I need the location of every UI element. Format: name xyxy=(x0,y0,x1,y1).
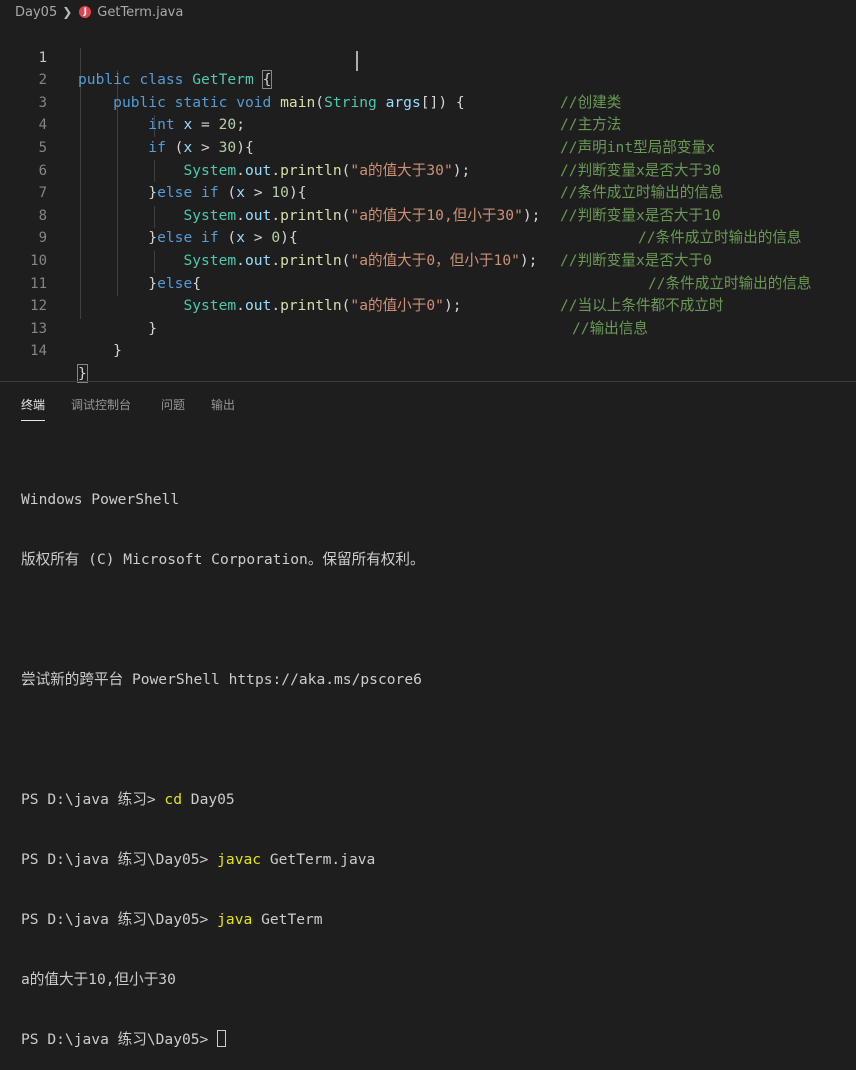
code-line[interactable]: 6 }else if (x > 10){ //判断变量x是否大于10 xyxy=(0,137,856,224)
code-line[interactable]: 2 public static void main(String args[])… xyxy=(0,47,856,133)
tab-terminal[interactable]: 终端 xyxy=(21,396,46,421)
code-text: } xyxy=(77,363,88,383)
breadcrumb-file[interactable]: GetTerm.java xyxy=(97,5,183,20)
terminal-line: 尝试新的跨平台 PowerShell https://aka.ms/pscore… xyxy=(21,671,422,688)
code-line[interactable]: 10 }else{ //当以上条件都不成立时 xyxy=(0,227,856,314)
terminal-line-empty xyxy=(21,730,425,750)
breadcrumb: Day05 ❯ J GetTerm.java xyxy=(0,0,856,24)
terminal-prompt-line[interactable]: PS D:\java 练习\Day05> xyxy=(21,1030,425,1050)
code-line[interactable]: 4 if (x > 30){ //判断变量x是否大于30 xyxy=(0,92,856,178)
terminal-cursor xyxy=(217,1030,227,1047)
code-line[interactable]: 7 System.out.println("a的值大于10,但小于30"); /… xyxy=(0,160,856,246)
terminal-line: 版权所有 (C) Microsoft Corporation。保留所有权利。 xyxy=(21,551,425,568)
code-line[interactable]: 3 int x = 20; //声明int型局部变量x xyxy=(0,69,856,156)
tab-output[interactable]: 输出 xyxy=(211,396,235,413)
line-number: 14 xyxy=(30,343,47,360)
java-file-icon: J xyxy=(79,6,92,18)
code-editor[interactable]: 1 public class GetTerm { //创建类 2 public … xyxy=(0,24,856,383)
terminal-line: PS D:\java 练习\Day05> javac GetTerm.java xyxy=(21,851,376,868)
panel-divider xyxy=(0,381,856,382)
tab-problems[interactable]: 问题 xyxy=(161,396,185,413)
tab-debug-console[interactable]: 调试控制台 xyxy=(71,396,131,413)
code-line[interactable]: 1 public class GetTerm { //创建类 xyxy=(0,24,856,111)
code-line[interactable]: 12 } xyxy=(0,273,856,337)
code-line[interactable]: 13 } xyxy=(0,295,856,360)
code-line[interactable]: 14 } xyxy=(0,318,856,383)
code-text: } xyxy=(113,342,122,360)
code-line[interactable]: 8 }else if (x > 0){ //判断变量x是否大于0 xyxy=(0,182,856,269)
code-line[interactable]: 5 System.out.println("a的值大于30"); //条件成立时… xyxy=(0,114,856,201)
chevron-right-icon: ❯ xyxy=(62,5,73,19)
code-line[interactable]: 11 System.out.println("a的值小于0"); //输出信息 xyxy=(0,250,856,337)
terminal[interactable]: Windows PowerShell 版权所有 (C) Microsoft Co… xyxy=(21,450,425,1070)
terminal-output: a的值大于10,但小于30 xyxy=(21,971,176,988)
panel-tabs: 终端 调试控制台 问题 输出 xyxy=(0,390,856,421)
code-line[interactable]: 9 System.out.println("a的值大于0，但小于10"); //… xyxy=(0,205,856,291)
terminal-line-empty xyxy=(21,610,425,630)
terminal-line: PS D:\java 练习\Day05> java GetTerm xyxy=(21,911,323,928)
terminal-line: PS D:\java 练习> cd Day05 xyxy=(21,791,235,808)
breadcrumb-folder[interactable]: Day05 xyxy=(15,5,57,20)
terminal-line: Windows PowerShell xyxy=(21,491,180,508)
